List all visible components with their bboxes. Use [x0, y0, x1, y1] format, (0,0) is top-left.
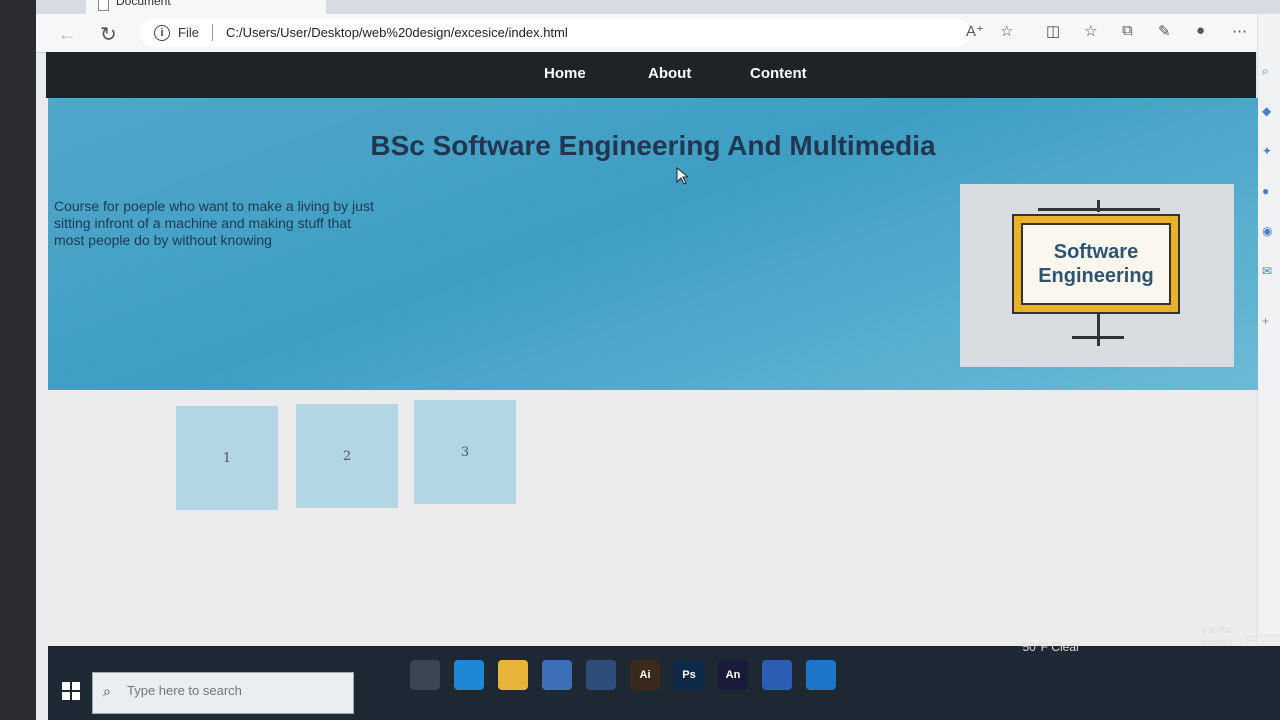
url-field[interactable]: i File C:/Users/User/Desktop/web%20desig…	[140, 19, 970, 47]
extensions-icon[interactable]: ✎	[1158, 22, 1171, 40]
box-1: 1	[176, 406, 278, 510]
presentation-board: Software Engineering	[1012, 214, 1180, 314]
more-menu-icon[interactable]: ⋯	[1232, 22, 1247, 40]
split-screen-icon[interactable]: ◫	[1046, 22, 1060, 40]
board-text: Software Engineering	[1038, 240, 1154, 288]
search-icon[interactable]: ⌕	[1262, 64, 1269, 79]
photoshop-icon[interactable]: Ps	[674, 660, 704, 690]
nav-home-link[interactable]: Home	[544, 65, 586, 82]
browser-sidebar: ⌕ ◆ ✦ ● ◉ ✉ +	[1257, 14, 1280, 634]
board-leg	[1097, 312, 1100, 346]
address-bar: ← ↻ i File C:/Users/User/Desktop/web%20d…	[36, 14, 1280, 53]
search-icon: ⌕	[103, 683, 111, 699]
file-label: File	[178, 25, 199, 40]
add-icon[interactable]: +	[1262, 314, 1269, 328]
notification-icon[interactable]: ▭	[1246, 630, 1258, 646]
store-icon[interactable]	[542, 660, 572, 690]
browser-tab[interactable]: Document	[86, 0, 326, 14]
board-text-line-1: Software	[1053, 241, 1139, 263]
box-2: 2	[296, 404, 398, 508]
nav-about-link[interactable]: About	[648, 65, 691, 82]
profile-icon[interactable]: ●	[1196, 22, 1205, 39]
illustrator-icon[interactable]: Ai	[630, 660, 660, 690]
reload-icon[interactable]: ↻	[100, 22, 117, 47]
tab-strip: Document	[36, 0, 1280, 14]
word-icon[interactable]	[762, 660, 792, 690]
vscode-icon[interactable]	[806, 660, 836, 690]
software-engineering-image: Software Engineering	[960, 184, 1234, 367]
info-icon[interactable]: i	[154, 25, 170, 41]
read-aloud-icon[interactable]: A⁺	[966, 22, 984, 40]
board-panel: Software Engineering	[1021, 223, 1171, 305]
hero-section: BSc Software Engineering And Multimedia …	[48, 98, 1258, 390]
weather-widget[interactable]: 50°F Clear	[1023, 640, 1081, 654]
clock-date: 9/7/2023	[1200, 639, 1232, 648]
mouse-cursor-icon	[676, 167, 688, 185]
hero-description: Course for poeple who want to make a liv…	[54, 198, 374, 248]
edge-icon[interactable]	[454, 660, 484, 690]
animate-icon[interactable]: An	[718, 660, 748, 690]
url-text[interactable]: C:/Users/User/Desktop/web%20design/exces…	[226, 25, 568, 40]
box-3: 3	[414, 400, 516, 504]
taskbar-search-box[interactable]: ⌕	[92, 672, 354, 714]
taskbar-search-input[interactable]	[125, 682, 339, 699]
back-arrow-icon[interactable]: ←	[58, 24, 76, 45]
favorites-icon[interactable]: ☆	[1084, 22, 1097, 40]
board-text-line-2: Engineering	[1038, 265, 1154, 287]
mail-icon[interactable]	[586, 660, 616, 690]
board-pin	[1097, 200, 1100, 212]
games-icon[interactable]: ●	[1262, 184, 1269, 198]
clock[interactable]: 6:46 PM 9/7/2023	[1201, 624, 1232, 650]
outlook-icon[interactable]: ✉	[1262, 264, 1272, 278]
divider	[212, 24, 213, 41]
screen: Document ← ↻ i File C:/Users/User/Deskto…	[36, 0, 1280, 720]
office-icon[interactable]: ◉	[1262, 224, 1272, 238]
file-explorer-icon[interactable]	[498, 660, 528, 690]
task-view-icon[interactable]	[410, 660, 440, 690]
shopping-icon[interactable]: ◆	[1262, 104, 1271, 118]
clock-time: 6:46 PM	[1201, 626, 1232, 635]
favorite-star-icon[interactable]: ☆	[1000, 22, 1013, 40]
board-foot	[1072, 336, 1124, 339]
page-title: BSc Software Engineering And Multimedia	[370, 130, 936, 161]
tab-title: Document	[116, 0, 171, 8]
collections-icon[interactable]: ⧉	[1122, 22, 1133, 39]
nav-content-link[interactable]: Content	[750, 65, 807, 82]
windows-start-icon[interactable]	[62, 682, 80, 700]
document-icon	[98, 0, 109, 11]
windows-taskbar: ⌕ Ai Ps An 50°F Clear 6:46 PM 9/7/2023 ▭	[48, 626, 1280, 720]
page-navbar: Home About Content	[46, 52, 1256, 98]
tools-icon[interactable]: ✦	[1262, 144, 1272, 158]
